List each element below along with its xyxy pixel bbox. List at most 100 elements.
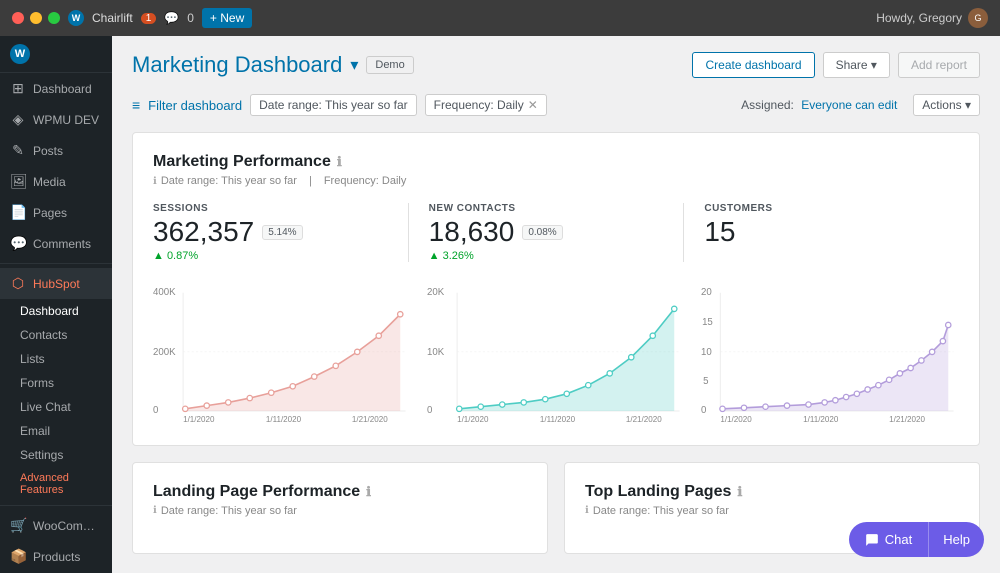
sidebar-item-forms[interactable]: Forms	[0, 371, 112, 395]
top-landing-title-text: Top Landing Pages	[585, 483, 731, 501]
add-report-button[interactable]: Add report	[898, 52, 980, 78]
new-button[interactable]: + New	[202, 8, 252, 28]
help-button[interactable]: Help	[928, 522, 984, 557]
sidebar-item-posts[interactable]: ✎ Posts	[0, 135, 112, 166]
customers-chart: 20 10 0 15 5	[701, 282, 959, 425]
sidebar-item-label: Pages	[33, 206, 67, 220]
svg-text:0: 0	[427, 405, 432, 416]
contacts-chart: 20K 10K 0	[427, 282, 685, 425]
notif-count: 1	[141, 13, 157, 24]
settings-label: Settings	[20, 448, 63, 462]
marketing-performance-card: Marketing Performance ℹ ℹ Date range: Th…	[132, 132, 980, 446]
advanced-label: Advanced Features	[20, 472, 102, 496]
filter-icon: ≡	[132, 97, 140, 113]
minimize-button[interactable]	[30, 12, 42, 24]
sidebar-item-contacts[interactable]: Contacts	[0, 323, 112, 347]
chat-label: Chat	[885, 532, 912, 547]
svg-text:1/11/2020: 1/11/2020	[540, 415, 576, 422]
info-icon-sm: ℹ	[153, 505, 157, 516]
svg-text:10: 10	[701, 347, 712, 358]
sidebar-item-label: WooCommerce	[33, 519, 102, 533]
filter-label[interactable]: Filter dashboard	[148, 98, 242, 113]
landing-card-title: Landing Page Performance ℹ	[153, 483, 527, 501]
contacts-label: Contacts	[20, 328, 67, 342]
sidebar-item-lists[interactable]: Lists	[0, 347, 112, 371]
sub-dashboard-label: Dashboard	[20, 304, 79, 318]
close-button[interactable]	[12, 12, 24, 24]
chat-button[interactable]: Chat	[849, 522, 928, 557]
comments-icon: 💬	[10, 235, 26, 252]
svg-text:400K: 400K	[153, 287, 176, 298]
metric-divider-1	[408, 203, 409, 262]
sidebar-item-comments[interactable]: 💬 Comments	[0, 228, 112, 259]
sessions-pct: ▲ 0.87%	[153, 250, 388, 262]
sidebar-item-settings[interactable]: Settings	[0, 443, 112, 467]
svg-text:1/1/2020: 1/1/2020	[457, 415, 489, 422]
chat-icon	[865, 533, 879, 547]
avatar: G	[968, 8, 988, 28]
freq-filter-tag[interactable]: Frequency: Daily ✕	[425, 94, 547, 116]
comment-count: 0	[187, 11, 194, 25]
contacts-badge: 0.08%	[522, 225, 562, 240]
sidebar-item-media[interactable]: 🖼 Media	[0, 166, 112, 197]
chat-widget: Chat Help	[849, 522, 984, 557]
customers-metric: CUSTOMERS 15	[704, 203, 959, 246]
sessions-badge: 5.14%	[262, 225, 302, 240]
freq-filter-close[interactable]: ✕	[528, 98, 538, 112]
metric-divider-2	[683, 203, 684, 262]
create-dashboard-button[interactable]: Create dashboard	[692, 52, 814, 78]
sessions-value: 362,357	[153, 218, 254, 246]
svg-text:15: 15	[702, 317, 713, 328]
email-label: Email	[20, 424, 50, 438]
date-filter-label: Date range: This year so far	[259, 98, 408, 112]
frequency-text: Frequency: Daily	[324, 175, 407, 187]
wp-icon: W	[68, 10, 84, 26]
sidebar-item-products[interactable]: 📦 Products	[0, 541, 112, 572]
card-title: Marketing Performance ℹ	[153, 153, 959, 171]
date-filter-tag[interactable]: Date range: This year so far	[250, 94, 417, 116]
sidebar-item-email[interactable]: Email	[0, 419, 112, 443]
sidebar-item-label: Dashboard	[33, 82, 92, 96]
maximize-button[interactable]	[48, 12, 60, 24]
everyone-link[interactable]: Everyone can edit	[801, 98, 897, 112]
svg-text:10K: 10K	[427, 347, 445, 358]
demo-badge: Demo	[366, 56, 413, 74]
sidebar-item-label: HubSpot	[33, 277, 80, 291]
filter-bar: ≡ Filter dashboard Date range: This year…	[132, 94, 980, 116]
sidebar-item-woocommerce[interactable]: 🛒 WooCommerce	[0, 510, 112, 541]
hubspot-icon: ⬡	[10, 275, 26, 292]
customers-value: 15	[704, 218, 735, 246]
date-range-text: Date range: This year so far	[161, 175, 297, 187]
dashboard-icon: ⊞	[10, 80, 26, 97]
share-button[interactable]: Share ▾	[823, 52, 890, 78]
sidebar-item-livechat[interactable]: Live Chat	[0, 395, 112, 419]
top-landing-date-range: Date range: This year so far	[593, 505, 729, 517]
products-icon: 📦	[10, 548, 26, 565]
wp-logo-icon: W	[10, 44, 30, 64]
sessions-chart-svg: 400K 200K 0	[153, 282, 411, 422]
landing-date-range: Date range: This year so far	[161, 505, 297, 517]
customers-label: CUSTOMERS	[704, 203, 939, 214]
sidebar-item-advanced[interactable]: Advanced Features	[0, 467, 112, 501]
assigned-label: Assigned: Everyone can edit	[741, 98, 897, 112]
sidebar-item-hubspot[interactable]: ⬡ HubSpot	[0, 268, 112, 299]
info-icon-sm-2: ℹ	[585, 505, 589, 516]
card-subtitle: ℹ Date range: This year so far | Frequen…	[153, 175, 959, 187]
contacts-value: 18,630	[429, 218, 515, 246]
sidebar-item-sub-dashboard[interactable]: Dashboard	[0, 299, 112, 323]
sidebar-item-wpmu[interactable]: ◈ WPMU DEV	[0, 104, 112, 135]
svg-text:1/11/2020: 1/11/2020	[803, 415, 839, 422]
contacts-chart-svg: 20K 10K 0	[427, 282, 685, 422]
title-dropdown-arrow[interactable]: ▾	[350, 55, 358, 75]
svg-text:1/21/2020: 1/21/2020	[626, 415, 662, 422]
assigned-text: Assigned:	[741, 98, 794, 112]
sidebar-item-dashboard[interactable]: ⊞ Dashboard	[0, 73, 112, 104]
actions-button[interactable]: Actions ▾	[913, 94, 980, 116]
sidebar-divider-2	[0, 505, 112, 506]
info-icon: ℹ	[337, 154, 342, 170]
customers-chart-svg: 20 10 0 15 5	[701, 282, 959, 422]
comment-icon: 💬	[164, 11, 179, 25]
sidebar-item-pages[interactable]: 📄 Pages	[0, 197, 112, 228]
svg-text:1/21/2020: 1/21/2020	[352, 415, 388, 422]
howdy-label: Howdy, Gregory	[876, 11, 962, 25]
